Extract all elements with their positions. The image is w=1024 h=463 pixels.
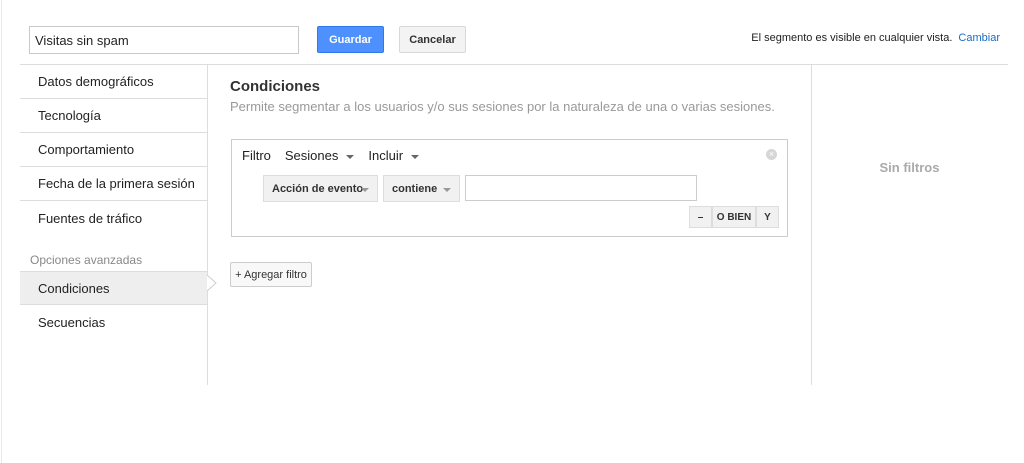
sidebar-item-technology[interactable]: Tecnología xyxy=(20,99,207,133)
sidebar-item-traffic-sources[interactable]: Fuentes de tráfico xyxy=(20,201,207,235)
sidebar-item-demographics[interactable]: Datos demográficos xyxy=(20,65,207,99)
change-link[interactable]: Cambiar xyxy=(958,32,1000,44)
divider xyxy=(207,65,208,385)
save-button[interactable]: Guardar xyxy=(317,26,384,53)
add-filter-button[interactable]: + Agregar filtro xyxy=(230,262,312,287)
dimension-dropdown[interactable]: Acción de evento xyxy=(263,175,378,202)
scope-dropdown[interactable]: Sesiones xyxy=(285,148,354,163)
or-button[interactable]: O BIEN xyxy=(712,206,756,228)
visibility-info: El segmento es visible en cualquier vist… xyxy=(751,32,1000,44)
sidebar-item-first-session-date[interactable]: Fecha de la primera sesión xyxy=(20,167,207,201)
close-icon[interactable]: × xyxy=(766,149,777,160)
cancel-button[interactable]: Cancelar xyxy=(399,26,466,53)
sidebar-item-sequences[interactable]: Secuencias xyxy=(20,305,207,339)
filter-label: Filtro xyxy=(242,148,271,163)
sidebar-item-conditions[interactable]: Condiciones xyxy=(20,271,207,305)
filter-value-input[interactable] xyxy=(465,175,697,201)
summary-empty-text: Sin filtros xyxy=(879,160,940,175)
sidebar: Datos demográficos Tecnología Comportami… xyxy=(20,65,207,339)
mode-dropdown[interactable]: Incluir xyxy=(368,148,419,163)
page-subtitle: Permite segmentar a los usuarios y/o sus… xyxy=(230,99,775,114)
page-title: Condiciones xyxy=(230,78,321,95)
visibility-text: El segmento es visible en cualquier vist… xyxy=(751,32,953,44)
advanced-options-label: Opciones avanzadas xyxy=(30,253,143,267)
remove-condition-button[interactable]: – xyxy=(689,206,712,228)
divider xyxy=(811,65,812,385)
active-pointer-icon xyxy=(207,275,217,291)
window-edge xyxy=(1,0,2,463)
and-button[interactable]: Y xyxy=(756,206,779,228)
operator-dropdown[interactable]: contiene xyxy=(383,175,460,202)
filter-box: Filtro Sesiones Incluir × Acción de even… xyxy=(231,139,788,237)
conditions-header: Condiciones Permite segmentar a los usua… xyxy=(230,78,775,114)
sidebar-item-behavior[interactable]: Comportamiento xyxy=(20,133,207,167)
segment-name-input[interactable] xyxy=(29,26,299,54)
